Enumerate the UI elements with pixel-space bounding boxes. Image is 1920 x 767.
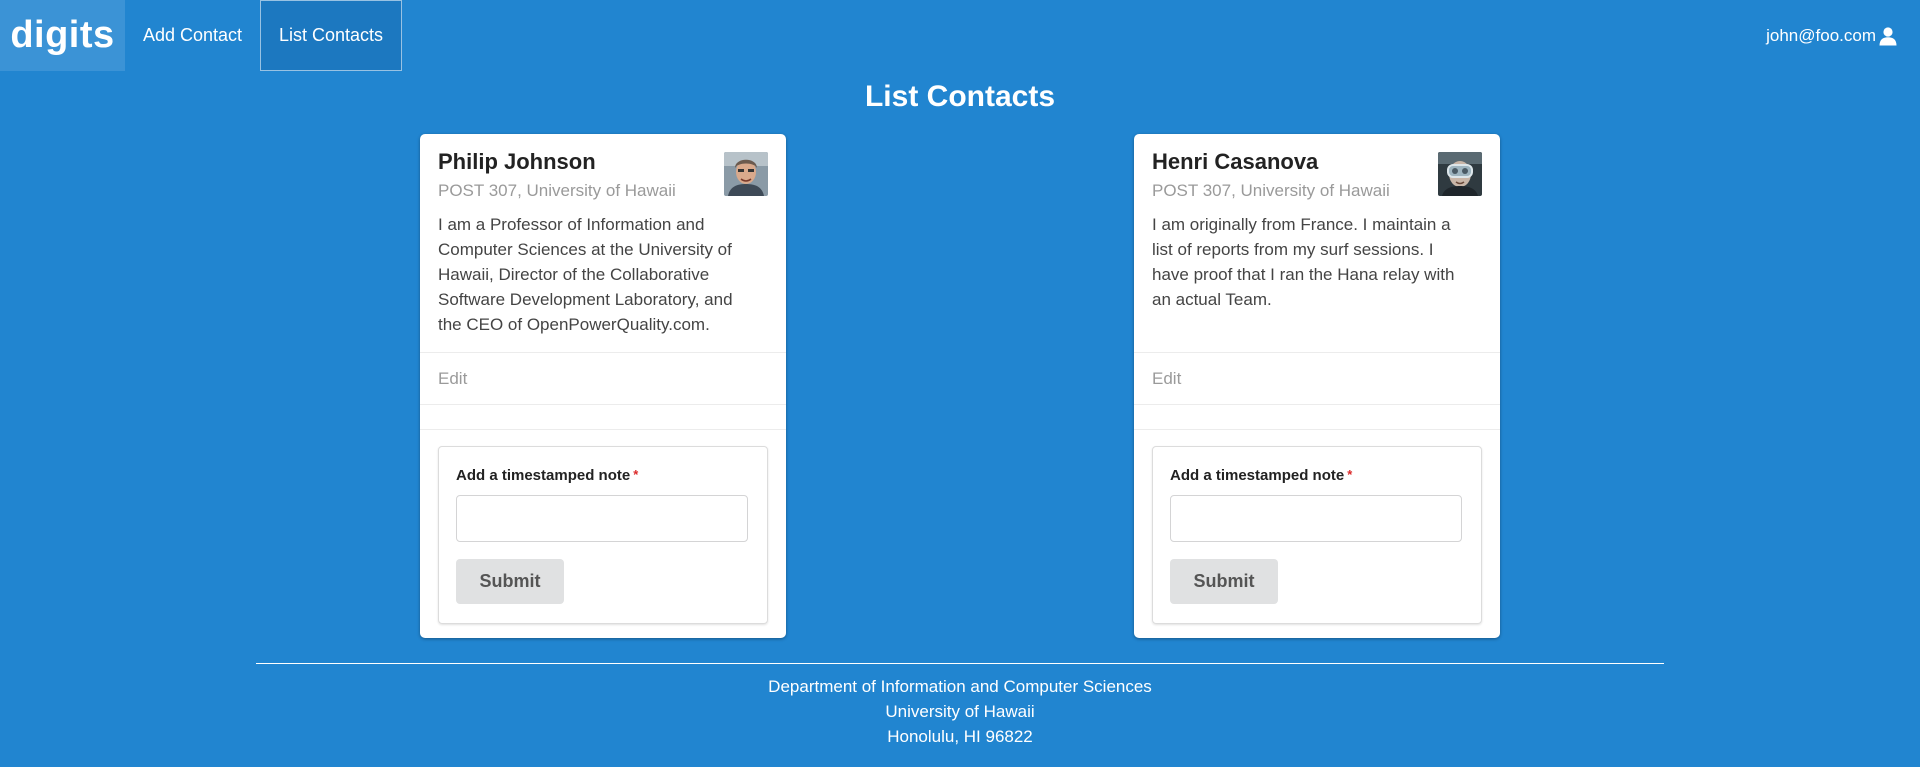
brand-logo[interactable]: digits xyxy=(0,0,125,71)
footer-university: University of Hawaii xyxy=(885,702,1035,721)
contact-avatar xyxy=(724,152,768,196)
nav-list-contacts[interactable]: List Contacts xyxy=(260,0,402,71)
add-note-form: Add a timestamped note * Submit xyxy=(438,446,768,624)
note-field-label: Add a timestamped note * xyxy=(456,467,638,484)
note-label-text: Add a timestamped note xyxy=(456,467,631,484)
note-input[interactable] xyxy=(1170,495,1462,542)
submit-button[interactable]: Submit xyxy=(1170,559,1278,604)
footer-address: Honolulu, HI 96822 xyxy=(887,727,1033,746)
footer-divider xyxy=(256,663,1664,664)
contact-address: POST 307, University of Hawaii xyxy=(1152,181,1390,200)
contact-card: Henri Casanova POST 307, University of H… xyxy=(1134,134,1500,638)
card-content: Henri Casanova POST 307, University of H… xyxy=(1134,134,1500,354)
edit-link[interactable]: Edit xyxy=(1134,352,1500,404)
nav-add-contact[interactable]: Add Contact xyxy=(125,0,260,71)
contact-avatar xyxy=(1438,152,1482,196)
required-asterisk: * xyxy=(1347,467,1353,482)
required-asterisk: * xyxy=(633,467,639,482)
notes-list xyxy=(420,404,786,430)
footer-department: Department of Information and Computer S… xyxy=(768,677,1152,696)
contact-name: Philip Johnson xyxy=(438,149,596,174)
user-email: john@foo.com xyxy=(1766,25,1876,45)
contact-name: Henri Casanova xyxy=(1152,149,1319,174)
card-content: Philip Johnson POST 307, University of H… xyxy=(420,134,786,354)
contact-card: Philip Johnson POST 307, University of H… xyxy=(420,134,786,638)
note-label-text: Add a timestamped note xyxy=(1170,467,1345,484)
submit-button[interactable]: Submit xyxy=(456,559,564,604)
user-menu[interactable]: john@foo.com xyxy=(1766,0,1898,71)
note-field-label: Add a timestamped note * xyxy=(1170,467,1352,484)
contact-address: POST 307, University of Hawaii xyxy=(438,181,676,200)
note-input[interactable] xyxy=(456,495,748,542)
top-menu: digits Add Contact List Contacts john@fo… xyxy=(0,0,1920,71)
user-icon xyxy=(1878,26,1898,46)
contact-description: I am originally from France. I maintain … xyxy=(1152,215,1455,309)
add-note-form: Add a timestamped note * Submit xyxy=(1152,446,1482,624)
footer: Department of Information and Computer S… xyxy=(0,674,1920,749)
contact-description: I am a Professor of Information and Comp… xyxy=(438,215,733,334)
edit-link[interactable]: Edit xyxy=(420,352,786,404)
page-title: List Contacts xyxy=(864,80,1056,113)
notes-list xyxy=(1134,404,1500,430)
